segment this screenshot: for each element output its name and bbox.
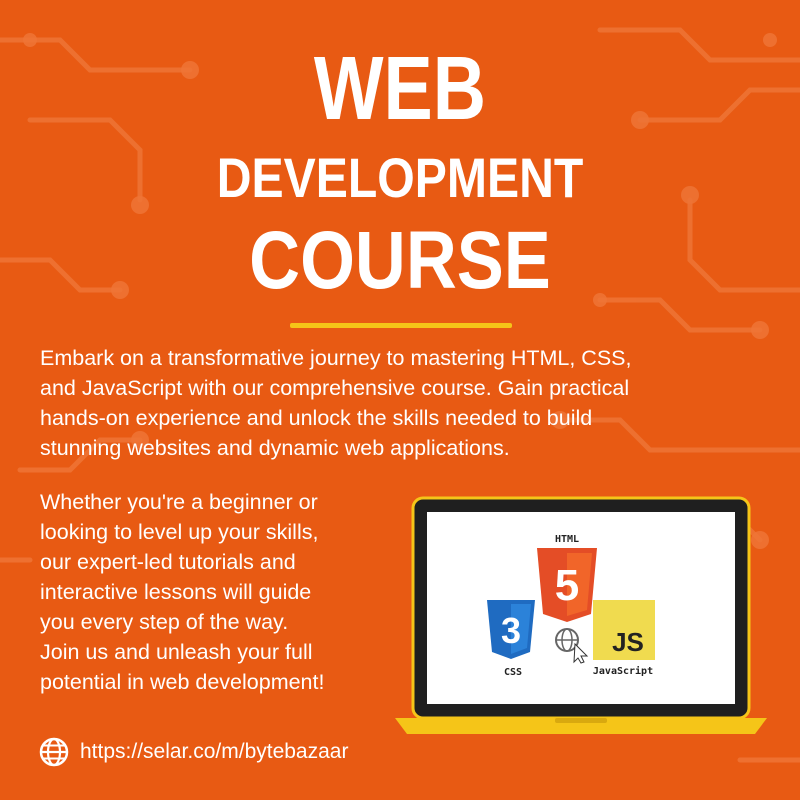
javascript-logo: JS JavaScript — [593, 600, 655, 677]
js-badge: JS — [612, 627, 644, 657]
html5-badge-number: 5 — [555, 561, 579, 610]
invite-line: Whether you're a beginner or — [40, 490, 318, 514]
title-line-web: WEB — [313, 39, 487, 139]
intro-line: hands-on experience and unlock the skill… — [40, 406, 593, 430]
css-label: CSS — [504, 667, 522, 678]
invite-line: you every step of the way. — [40, 610, 289, 634]
invite-line: our expert-led tutorials and — [40, 550, 296, 574]
html-label: HTML — [555, 534, 579, 545]
invite-line: Join us and unleash your full — [40, 640, 313, 664]
intro-line: stunning websites and dynamic web applic… — [40, 436, 510, 460]
website-link-row[interactable]: https://selar.co/m/bytebazaar — [38, 735, 348, 769]
javascript-label: JavaScript — [593, 665, 653, 677]
invite-line: potential in web development! — [40, 670, 325, 694]
intro-paragraph: Embark on a transformative journey to ma… — [40, 343, 780, 463]
laptop-illustration: HTML 5 3 CSS JS JavaScript — [395, 496, 767, 734]
title-line-development: DEVELOPMENT — [216, 146, 584, 209]
course-poster: WEB DEVELOPMENT COURSE Embark on a trans… — [0, 0, 800, 800]
invite-line: looking to level up your skills, — [40, 520, 319, 544]
intro-line: and JavaScript with our comprehensive co… — [40, 376, 630, 400]
title-divider — [290, 323, 512, 328]
intro-line: Embark on a transformative journey to ma… — [40, 346, 632, 370]
globe-icon — [39, 737, 69, 767]
invite-line: interactive lessons will guide — [40, 580, 312, 604]
website-link[interactable]: https://selar.co/m/bytebazaar — [80, 740, 348, 764]
invite-paragraph: Whether you're a beginner or looking to … — [40, 487, 410, 697]
css3-badge-number: 3 — [501, 610, 521, 651]
title-line-course: COURSE — [249, 215, 551, 306]
